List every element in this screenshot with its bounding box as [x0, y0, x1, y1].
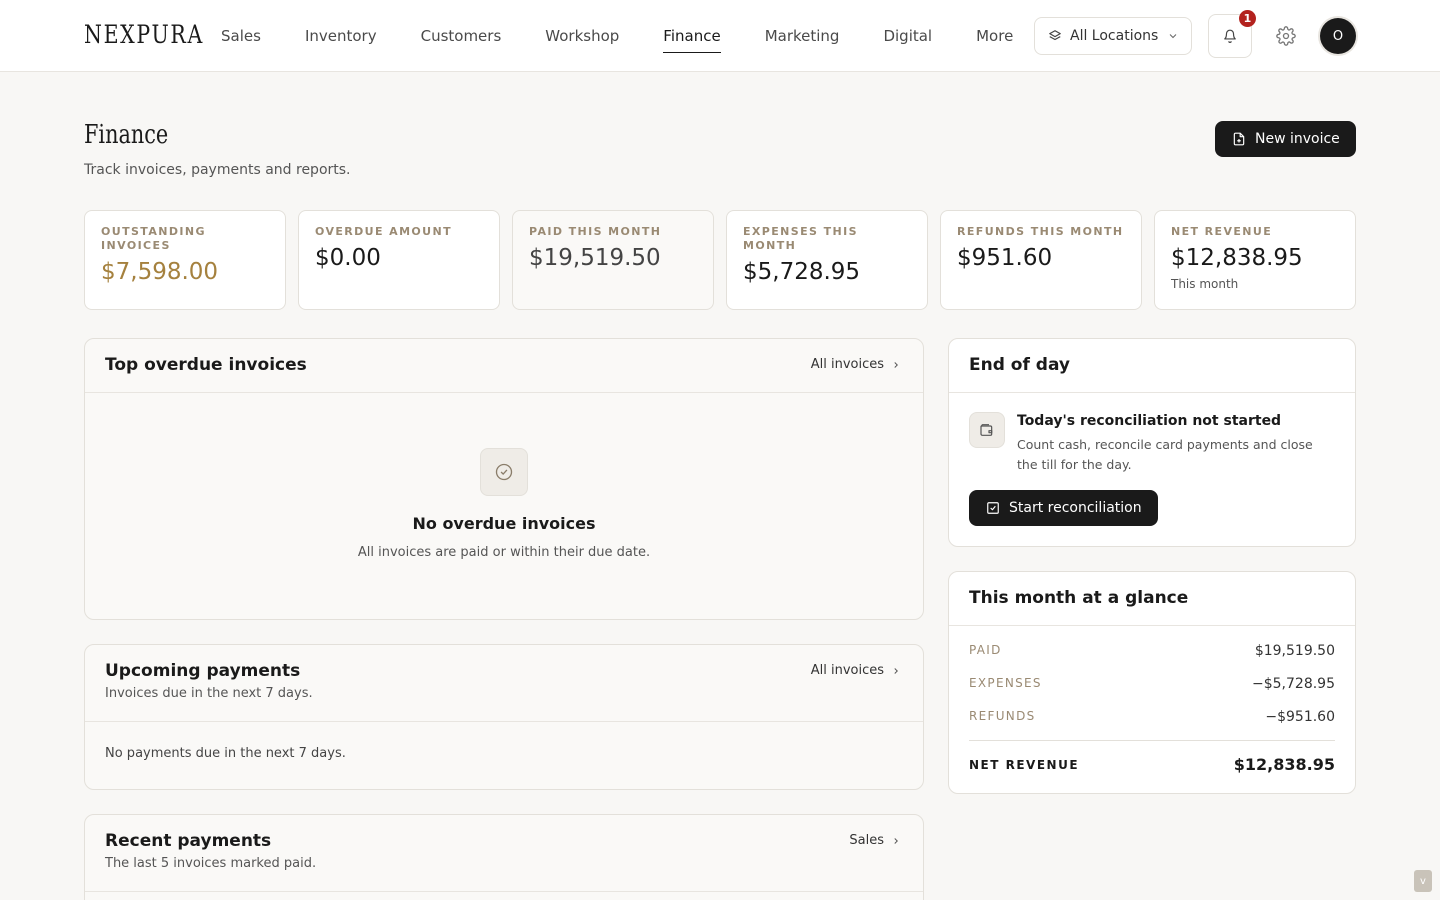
glance-total-row: NET REVENUE $12,838.95	[969, 755, 1335, 774]
notification-count-badge: 1	[1239, 10, 1256, 27]
stat-expenses-this-month[interactable]: EXPENSES THIS MONTH $5,728.95	[726, 210, 928, 310]
card-header: Top overdue invoices All invoices	[85, 339, 923, 393]
empty-state-description: All invoices are paid or within their du…	[357, 545, 651, 560]
card-header: End of day	[949, 339, 1355, 393]
stat-label: PAID THIS MONTH	[529, 225, 662, 238]
card-title: Top overdue invoices	[105, 355, 307, 375]
card-subtitle: The last 5 invoices marked paid.	[105, 856, 317, 871]
stat-value: $0.00	[315, 245, 381, 271]
location-label: All Locations	[1070, 28, 1159, 44]
nav-marketing[interactable]: Marketing	[765, 0, 840, 72]
nav-digital[interactable]: Digital	[883, 0, 932, 72]
new-invoice-button[interactable]: New invoice	[1215, 121, 1356, 157]
start-reconciliation-label: Start reconciliation	[1009, 500, 1142, 516]
upcoming-payments-card: Upcoming payments Invoices due in the ne…	[84, 644, 924, 790]
glance-value: −$951.60	[1265, 709, 1335, 725]
page-title: Finance	[84, 120, 169, 150]
stat-value: $7,598.00	[101, 259, 219, 285]
chevron-right-icon	[894, 667, 898, 674]
reconciliation-status-title: Today's reconciliation not started	[1017, 413, 1282, 429]
stat-note: This month	[1171, 277, 1239, 291]
nav-workshop[interactable]: Workshop	[545, 0, 619, 72]
glance-value: −$5,728.95	[1252, 676, 1335, 692]
chevron-down-icon	[1169, 34, 1177, 39]
stat-value: $12,838.95	[1171, 245, 1303, 271]
user-avatar[interactable]: O	[1320, 18, 1356, 54]
brand-logo[interactable]: NEXPURA	[84, 20, 204, 49]
card-title: Upcoming payments	[105, 661, 301, 681]
stat-label: OUTSTANDING INVOICES	[101, 225, 206, 252]
card-title: Recent payments	[105, 831, 272, 851]
link-label: All invoices	[810, 357, 884, 372]
glance-row-paid: PAID $19,519.50	[969, 643, 1335, 659]
chevron-right-icon	[894, 837, 898, 844]
reconciliation-icon	[969, 412, 1005, 448]
stat-outstanding-invoices[interactable]: OUTSTANDING INVOICES $7,598.00	[84, 210, 286, 310]
top-bar: NEXPURA Sales Inventory Customers Worksh…	[0, 0, 1440, 72]
glance-row-expenses: EXPENSES −$5,728.95	[969, 676, 1335, 692]
link-label: Sales	[849, 833, 884, 848]
glance-total-label: NET REVENUE	[969, 757, 1080, 772]
card-title: This month at a glance	[969, 588, 1189, 608]
nav-more[interactable]: More	[976, 0, 1013, 72]
recent-payments-card: Recent payments The last 5 invoices mark…	[84, 814, 924, 900]
glance-label: EXPENSES	[969, 676, 1042, 690]
stat-label: NET REVENUE	[1171, 225, 1273, 238]
card-title: End of day	[969, 355, 1070, 375]
glance-total-value: $12,838.95	[1233, 755, 1335, 774]
glance-row-refunds: REFUNDS −$951.60	[969, 709, 1335, 725]
check-circle-icon	[495, 463, 513, 481]
card-header: Recent payments The last 5 invoices mark…	[85, 815, 923, 892]
stat-value: $19,519.50	[529, 245, 661, 271]
empty-state-title: No overdue invoices	[412, 514, 596, 533]
main-nav: Sales Inventory Customers Workshop Finan…	[221, 0, 1057, 72]
glance-label: PAID	[969, 643, 1002, 657]
file-plus-icon	[1233, 132, 1245, 146]
chevron-right-icon	[894, 361, 898, 368]
card-subtitle: Invoices due in the next 7 days.	[105, 686, 313, 701]
empty-state-icon	[480, 448, 528, 496]
nav-sales[interactable]: Sales	[221, 0, 261, 72]
upcoming-empty-message: No payments due in the next 7 days.	[105, 746, 346, 761]
nav-finance[interactable]: Finance	[663, 0, 722, 72]
wallet-icon	[980, 424, 993, 436]
stat-refunds-this-month[interactable]: REFUNDS THIS MONTH $951.60	[940, 210, 1142, 310]
divider	[969, 740, 1335, 741]
nav-inventory[interactable]: Inventory	[305, 0, 377, 72]
all-invoices-link[interactable]: All invoices	[811, 357, 901, 372]
new-invoice-label: New invoice	[1255, 131, 1340, 147]
gear-icon[interactable]	[1276, 26, 1296, 46]
stat-label: EXPENSES THIS MONTH	[743, 225, 858, 252]
stat-label: OVERDUE AMOUNT	[315, 225, 453, 238]
stat-paid-this-month[interactable]: PAID THIS MONTH $19,519.50	[512, 210, 714, 310]
stat-label: REFUNDS THIS MONTH	[957, 225, 1124, 238]
overdue-invoices-card: Top overdue invoices All invoices No ove…	[84, 338, 924, 620]
nav-customers[interactable]: Customers	[421, 0, 502, 72]
card-header: Upcoming payments Invoices due in the ne…	[85, 645, 923, 722]
card-header: This month at a glance	[949, 572, 1355, 626]
bell-icon	[1224, 29, 1236, 43]
end-of-day-card: End of day Today's reconciliation not st…	[948, 338, 1356, 547]
stat-net-revenue[interactable]: NET REVENUE $12,838.95 This month	[1154, 210, 1356, 310]
reconciliation-status-description: Count cash, reconcile card payments and …	[1017, 437, 1313, 472]
sales-link[interactable]: Sales	[849, 833, 901, 848]
all-invoices-link[interactable]: All invoices	[811, 663, 901, 678]
stat-value: $951.60	[957, 245, 1053, 271]
stat-overdue-amount[interactable]: OVERDUE AMOUNT $0.00	[298, 210, 500, 310]
page-subtitle: Track invoices, payments and reports.	[84, 162, 351, 178]
checkbox-icon	[987, 502, 999, 514]
glance-label: REFUNDS	[969, 709, 1036, 723]
start-reconciliation-button[interactable]: Start reconciliation	[969, 490, 1158, 526]
stat-value: $5,728.95	[743, 259, 861, 285]
link-label: All invoices	[810, 663, 884, 678]
glance-value: $19,519.50	[1254, 643, 1335, 659]
layers-icon	[1049, 30, 1061, 41]
location-select[interactable]: All Locations	[1034, 17, 1192, 55]
corner-widget-button[interactable]: v	[1414, 870, 1432, 892]
month-glance-card: This month at a glance PAID $19,519.50 E…	[948, 571, 1356, 794]
